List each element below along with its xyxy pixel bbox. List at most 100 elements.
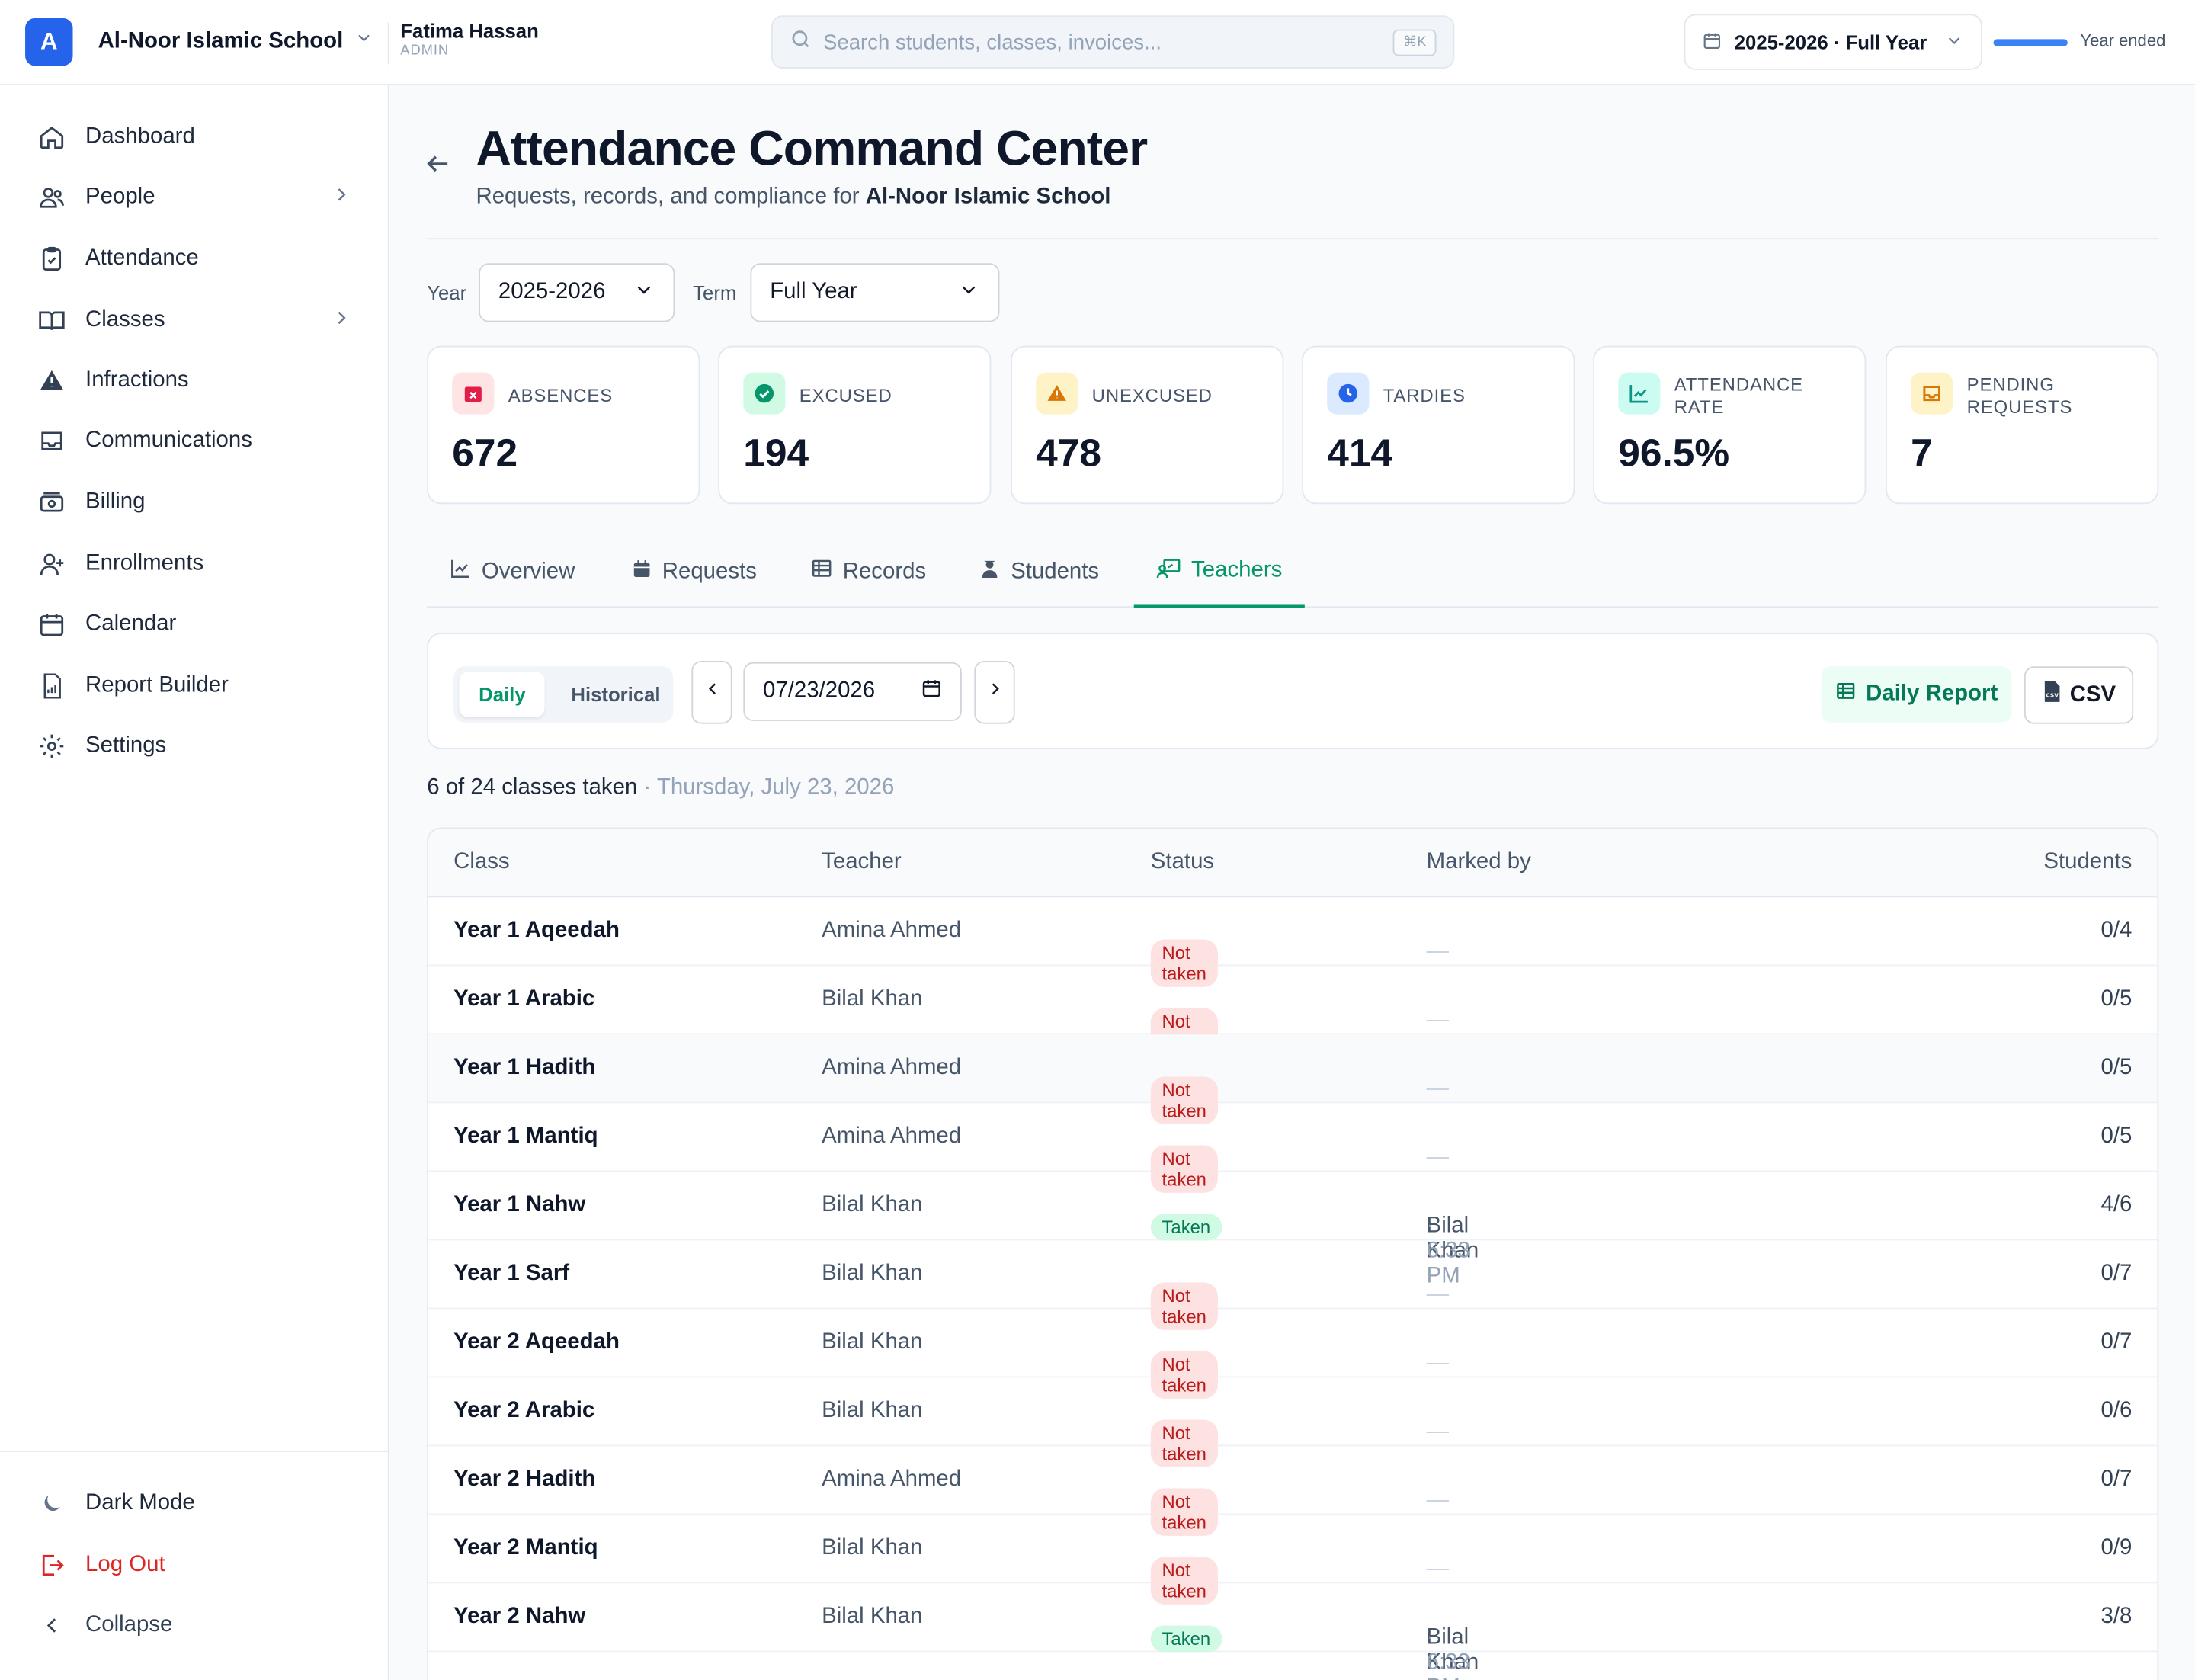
back-button[interactable] — [425, 150, 453, 185]
term-filter-select[interactable]: Full Year — [750, 263, 1000, 322]
sidebar-item-label: People — [85, 184, 155, 209]
book-open-icon — [37, 305, 67, 335]
sidebar-item-settings[interactable]: Settings — [37, 726, 353, 765]
table-row[interactable]: Year 2 Mantiq Bilal Khan Not taken —0/9 — [428, 1515, 2158, 1605]
table-row[interactable]: Year 1 Hadith Amina Ahmed Not taken —0/5 — [428, 1034, 2158, 1124]
csv-label: CSV — [2069, 682, 2116, 707]
marked-by-name: — — [1426, 1008, 1450, 1032]
column-header-class[interactable]: Class — [453, 850, 509, 875]
users-icon — [37, 182, 67, 213]
students-count: 0/5 — [2100, 1124, 2133, 1149]
warning-icon — [1036, 372, 1078, 415]
class-name: Year 2 Nahw — [453, 1604, 586, 1629]
table-row[interactable]: Year 1 ArabicBilal KhanNot taken—0/5 — [428, 966, 2158, 1056]
table-row[interactable]: Year 1 Aqeedah Amina Ahmed Not taken —0/4 — [428, 897, 2158, 987]
global-search[interactable]: ⌘K — [771, 15, 1455, 69]
date-picker[interactable]: 07/23/2026 — [743, 662, 962, 721]
previous-day-button[interactable] — [691, 660, 732, 724]
sidebar-item-infractions[interactable]: Infractions — [37, 361, 353, 400]
clipboard-check-icon — [37, 244, 67, 274]
sidebar-item-enrollments[interactable]: Enrollments — [37, 544, 353, 583]
calendar-icon — [37, 609, 67, 640]
year-selector-label: 2025-2026 · Full Year — [1734, 30, 1927, 53]
chevron-right-icon — [985, 679, 1005, 706]
sidebar-item-people[interactable]: People — [37, 178, 353, 216]
tab-records[interactable]: Records — [788, 537, 948, 606]
sidebar-item-dashboard[interactable]: Dashboard — [37, 117, 353, 156]
stat-card-unexcused: UNEXCUSED 478 — [1011, 345, 1284, 505]
log-out-button[interactable]: Log Out — [37, 1546, 353, 1585]
dark-mode-toggle[interactable]: Dark Mode — [37, 1484, 353, 1523]
column-header-teacher[interactable]: Teacher — [822, 850, 902, 875]
column-header-status[interactable]: Status — [1151, 850, 1214, 875]
stat-value: 478 — [1036, 431, 1101, 475]
sidebar-item-classes[interactable]: Classes — [37, 301, 353, 340]
table-row[interactable]: Year 1 Mantiq Amina Ahmed Not taken —0/5 — [428, 1103, 2158, 1193]
marked-by-name: — — [1426, 1557, 1450, 1581]
teacher-icon — [1156, 556, 1181, 586]
calendar-icon — [1702, 30, 1722, 53]
stat-label: PENDING REQUESTS — [1966, 374, 2073, 418]
marked-by-name: — — [1426, 1145, 1450, 1169]
sidebar-item-label: Classes — [85, 308, 165, 332]
school-switcher[interactable]: Al-Noor Islamic School — [98, 28, 374, 55]
warning-icon — [37, 365, 67, 396]
teacher-name: Bilal Khan — [822, 986, 923, 1012]
teacher-name: Bilal Khan — [822, 1192, 923, 1217]
calendar-icon[interactable] — [921, 678, 943, 706]
class-name: Year 1 Nahw — [453, 1192, 586, 1217]
tab-requests[interactable]: Requests — [609, 537, 779, 606]
tab-bar: Overview Requests Records Students Teach… — [427, 537, 2159, 608]
next-day-button[interactable] — [974, 660, 1015, 724]
tab-label: Overview — [481, 559, 575, 583]
chart-line-icon — [450, 557, 472, 587]
chevron-left-icon — [37, 1610, 67, 1640]
sidebar-item-attendance[interactable]: Attendance — [37, 239, 353, 278]
students-count: 3/8 — [2100, 1604, 2133, 1629]
students-count: 0/4 — [2100, 918, 2133, 943]
table-row[interactable] — [428, 1652, 2157, 1680]
tab-teachers[interactable]: Teachers — [1133, 537, 1305, 608]
column-header-marked-by[interactable]: Marked by — [1427, 850, 1531, 875]
table-row[interactable]: Year 2 Aqeedah Bilal Khan Not taken —0/7 — [428, 1309, 2158, 1399]
year-filter-select[interactable]: 2025-2026 — [479, 263, 675, 322]
sidebar-item-calendar[interactable]: Calendar — [37, 604, 353, 643]
school-logo[interactable]: A — [25, 18, 73, 66]
tab-students[interactable]: Students — [956, 537, 1121, 606]
sidebar-item-report-builder[interactable]: Report Builder — [37, 666, 353, 705]
table-row[interactable]: Year 2 Nahw Bilal Khan Taken Bilal Khan · 6… — [428, 1583, 2158, 1680]
money-icon — [37, 487, 67, 518]
year-filter-label: Year — [427, 281, 467, 304]
attendance-toolbar: Daily Historical 07/23/2026 Daily Report… — [427, 633, 2159, 749]
marked-by-name: — — [1426, 1076, 1450, 1101]
search-input[interactable] — [823, 30, 1394, 54]
stat-value: 194 — [743, 431, 809, 475]
sidebar-item-billing[interactable]: Billing — [37, 483, 353, 522]
daily-report-button[interactable]: Daily Report — [1821, 666, 2012, 723]
academic-year-selector[interactable]: 2025-2026 · Full Year — [1684, 14, 1982, 70]
tab-label: Students — [1011, 559, 1100, 583]
mode-historical-button[interactable]: Historical — [552, 672, 681, 717]
table-row[interactable]: Year 1 Sarf Bilal Khan Not taken —0/7 — [428, 1240, 2158, 1330]
column-header-students[interactable]: Students — [2043, 850, 2132, 875]
collapse-sidebar-button[interactable]: Collapse — [37, 1606, 353, 1645]
calendar-icon — [631, 558, 652, 586]
tab-overview[interactable]: Overview — [427, 537, 598, 606]
dark-mode-label: Dark Mode — [85, 1491, 195, 1515]
sidebar-item-communications[interactable]: Communications — [37, 422, 353, 460]
stat-label: UNEXCUSED — [1091, 385, 1213, 406]
stat-card-absences: ABSENCES 672 — [427, 345, 700, 505]
teacher-name: Amina Ahmed — [822, 1467, 962, 1492]
table-row[interactable]: Year 2 Arabic Bilal Khan Not taken —0/6 — [428, 1377, 2158, 1467]
tab-label: Requests — [662, 559, 757, 583]
teacher-name: Amina Ahmed — [822, 1055, 962, 1080]
teacher-name: Bilal Khan — [822, 1604, 923, 1629]
csv-export-button[interactable]: CSV CSV — [2024, 666, 2134, 724]
mode-daily-button[interactable]: Daily — [459, 672, 546, 717]
stat-label: ATTENDANCE RATE — [1674, 374, 1804, 418]
table-row[interactable]: Year 2 Hadith Amina Ahmed Not taken —0/7 — [428, 1446, 2158, 1536]
stat-card-tardies: TARDIES 414 — [1302, 345, 1575, 505]
table-row[interactable]: Year 1 Nahw Bilal Khan Taken Bilal Khan · 6… — [428, 1172, 2158, 1288]
user-info[interactable]: Fatima Hassan ADMIN — [400, 20, 539, 59]
gear-icon — [37, 731, 67, 761]
